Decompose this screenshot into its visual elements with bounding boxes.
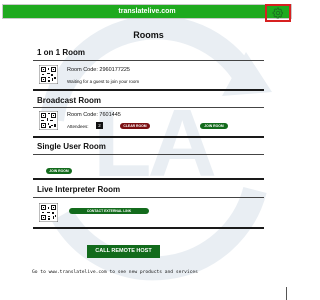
divider [33,154,264,155]
broadcast-join-room-button[interactable]: JOIN ROOM [200,123,228,129]
header-title: translatelive.com [118,8,176,15]
single-user-room-title: Single User Room [37,142,106,151]
divider [33,136,264,138]
gear-icon [272,7,283,19]
settings-button[interactable] [265,4,291,22]
live-interpreter-room-title: Live Interpreter Room [37,185,121,194]
qr-code-icon [39,111,58,130]
divider [33,89,264,91]
room-code-label: Room Code: 7601445 [67,112,121,118]
page-title: Rooms [133,30,164,40]
footer-promo-text: Go to www.translatelive.com to see new p… [32,270,198,275]
one-on-one-room-title: 1 on 1 Room [37,48,86,57]
attendees-count-badge: 2 [96,122,103,129]
clear-room-button[interactable]: CLEAR ROOM [120,123,150,129]
room-code-label: Room Code: 2960177225 [67,67,130,73]
text-cursor [286,287,287,300]
qr-code-icon [39,65,58,84]
room-status-text: Waiting for a guest to join your room [67,79,140,84]
divider [33,60,264,61]
attendees-label: Attendees: [67,124,89,129]
call-remote-host-button[interactable]: CALL REMOTE HOST [87,245,160,258]
broadcast-room-title: Broadcast Room [37,96,102,105]
divider [33,197,264,198]
single-user-join-room-button[interactable]: JOIN ROOM [46,168,72,174]
divider [33,178,264,180]
page: LA translatelive.com Rooms 1 on 1 Room R… [0,0,297,300]
app-header: translatelive.com [2,4,292,19]
qr-code-icon [39,203,58,222]
divider [33,227,264,229]
contact-external-link-button[interactable]: CONTACT EXTERNAL LINK [69,208,149,214]
divider [33,107,264,108]
